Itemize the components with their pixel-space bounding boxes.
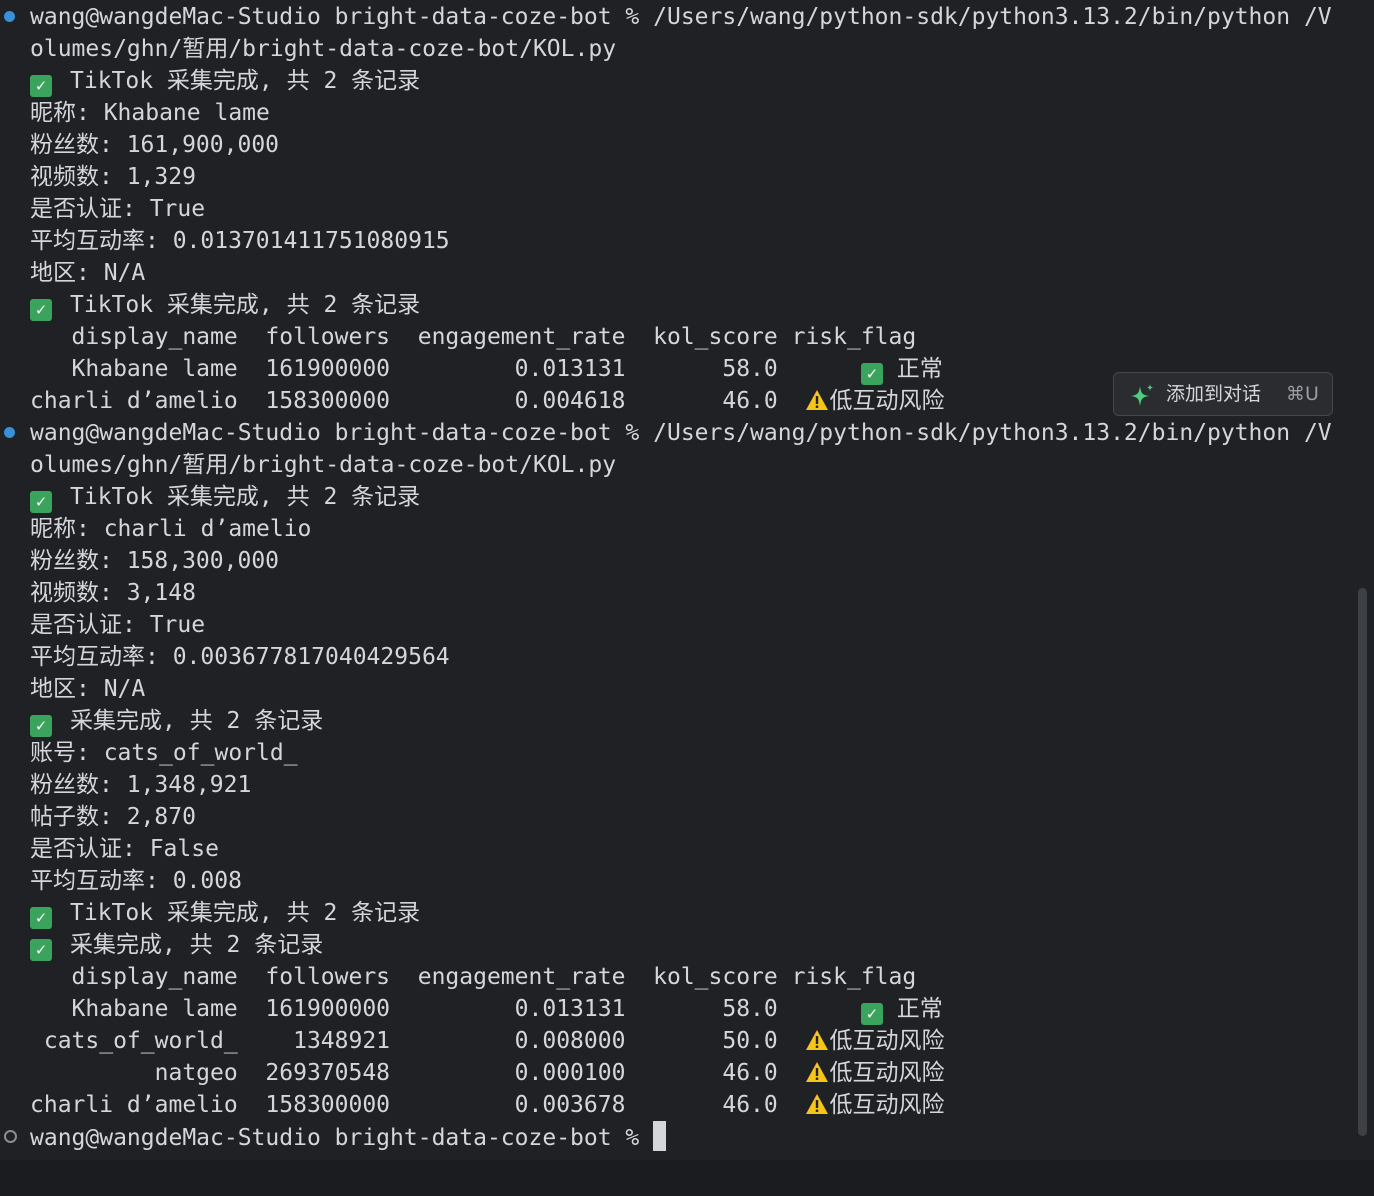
status-message: TikTok 采集完成, 共 2 条记录 [70, 68, 421, 94]
output-line: ✓ 采集完成, 共 2 条记录 [30, 705, 323, 737]
check-icon: ✓ [30, 75, 52, 97]
output-line: 平均互动率: 0.013701411751080915 [30, 228, 450, 254]
check-icon: ✓ [860, 1003, 883, 1025]
command-status-dot[interactable] [4, 1130, 17, 1143]
risk-flag: 低互动风险 [829, 1060, 945, 1086]
table-header: display_name followers engagement_rate k… [30, 324, 917, 350]
output-line: 昵称: Khabane lame [30, 100, 270, 126]
command-status-dot[interactable] [4, 11, 15, 22]
output-line: 地区: N/A [30, 676, 146, 702]
command-line: wang@wangdeMac-Studio bright-data-coze-b… [30, 1, 1332, 33]
add-to-chat-button[interactable]: 添加到对话 ⌘U [1113, 372, 1333, 416]
warning-icon [806, 1094, 829, 1114]
row-text: charli d’amelio 158300000 0.004618 46.0 [30, 388, 806, 414]
output-line: 粉丝数: 158,300,000 [30, 548, 280, 574]
table-row: natgeo 269370548 0.000100 46.0 低互动风险 [30, 1057, 945, 1089]
table-row: charli d’amelio 158300000 0.004618 46.0 … [30, 385, 944, 417]
check-icon: ✓ [30, 491, 52, 513]
output-line: 视频数: 1,329 [30, 164, 196, 190]
risk-flag: 正常 [882, 996, 943, 1022]
output-line: 粉丝数: 161,900,000 [30, 132, 280, 158]
output-line: ✓ TikTok 采集完成, 共 2 条记录 [30, 481, 420, 513]
add-to-chat-label: 添加到对话 [1166, 383, 1262, 405]
table-header: display_name followers engagement_rate k… [30, 964, 917, 990]
command-text: /Users/wang/python-sdk/python3.13.2/bin/… [639, 4, 1332, 30]
warning-icon [806, 1062, 829, 1082]
row-text: Khabane lame 161900000 0.013131 58.0 [30, 996, 861, 1022]
current-prompt-line[interactable]: wang@wangdeMac-Studio bright-data-coze-b… [30, 1121, 667, 1153]
vertical-scrollbar[interactable] [1358, 588, 1367, 1136]
status-message: TikTok 采集完成, 共 2 条记录 [70, 900, 421, 926]
output-line: 昵称: charli d’amelio [30, 516, 312, 542]
status-message: TikTok 采集完成, 共 2 条记录 [70, 484, 421, 510]
risk-flag: 正常 [882, 356, 943, 382]
row-text: cats_of_world_ 1348921 0.008000 50.0 [30, 1028, 806, 1054]
shortcut-hint: ⌘U [1286, 383, 1319, 405]
warning-icon [806, 390, 829, 410]
bottom-panel-edge [0, 1160, 1374, 1196]
status-message: 采集完成, 共 2 条记录 [70, 932, 324, 958]
command-line: wang@wangdeMac-Studio bright-data-coze-b… [30, 417, 1332, 449]
status-message: TikTok 采集完成, 共 2 条记录 [70, 292, 421, 318]
status-message: 采集完成, 共 2 条记录 [70, 708, 324, 734]
table-row: cats_of_world_ 1348921 0.008000 50.0 低互动… [30, 1025, 945, 1057]
output-line: 帖子数: 2,870 [30, 804, 196, 830]
output-line: 是否认证: True [30, 612, 206, 638]
cursor [653, 1121, 667, 1151]
output-line: 账号: cats_of_world_ [30, 740, 298, 766]
prompt: wang@wangdeMac-Studio bright-data-coze-b… [30, 420, 640, 446]
output-line: 平均互动率: 0.003677817040429564 [30, 644, 450, 670]
output-line: ✓ TikTok 采集完成, 共 2 条记录 [30, 65, 420, 97]
terminal-window[interactable]: wang@wangdeMac-Studio bright-data-coze-b… [0, 0, 1374, 1196]
check-icon: ✓ [30, 939, 52, 961]
command-text: /Users/wang/python-sdk/python3.13.2/bin/… [639, 420, 1332, 446]
row-text: natgeo 269370548 0.000100 46.0 [30, 1060, 806, 1086]
check-icon: ✓ [860, 363, 883, 385]
prompt: wang@wangdeMac-Studio bright-data-coze-b… [30, 1125, 640, 1151]
command-line-wrap: olumes/ghn/暂用/bright-data-coze-bot/KOL.p… [30, 36, 617, 62]
table-row: Khabane lame 161900000 0.013131 58.0 ✓ 正… [30, 353, 943, 385]
output-line: 是否认证: True [30, 196, 206, 222]
output-line: 是否认证: False [30, 836, 219, 862]
row-text: charli d’amelio 158300000 0.003678 46.0 [30, 1092, 806, 1118]
sparkle-icon [1131, 384, 1154, 406]
output-line: ✓ TikTok 采集完成, 共 2 条记录 [30, 897, 420, 929]
row-text: Khabane lame 161900000 0.013131 58.0 [30, 356, 861, 382]
table-row: charli d’amelio 158300000 0.003678 46.0 … [30, 1089, 944, 1121]
prompt: wang@wangdeMac-Studio bright-data-coze-b… [30, 4, 640, 30]
output-line: 视频数: 3,148 [30, 580, 196, 606]
risk-flag: 低互动风险 [829, 388, 945, 414]
output-line: 粉丝数: 1,348,921 [30, 772, 252, 798]
warning-icon [806, 1030, 829, 1050]
check-icon: ✓ [30, 907, 52, 929]
check-icon: ✓ [30, 715, 52, 737]
output-line: ✓ TikTok 采集完成, 共 2 条记录 [30, 289, 420, 321]
command-status-dot[interactable] [4, 427, 15, 438]
command-line-wrap: olumes/ghn/暂用/bright-data-coze-bot/KOL.p… [30, 452, 617, 478]
output-line: 地区: N/A [30, 260, 146, 286]
output-line: ✓ 采集完成, 共 2 条记录 [30, 929, 323, 961]
table-row: Khabane lame 161900000 0.013131 58.0 ✓ 正… [30, 993, 943, 1025]
output-line: 平均互动率: 0.008 [30, 868, 242, 894]
risk-flag: 低互动风险 [829, 1092, 945, 1118]
risk-flag: 低互动风险 [829, 1028, 945, 1054]
check-icon: ✓ [30, 299, 52, 321]
